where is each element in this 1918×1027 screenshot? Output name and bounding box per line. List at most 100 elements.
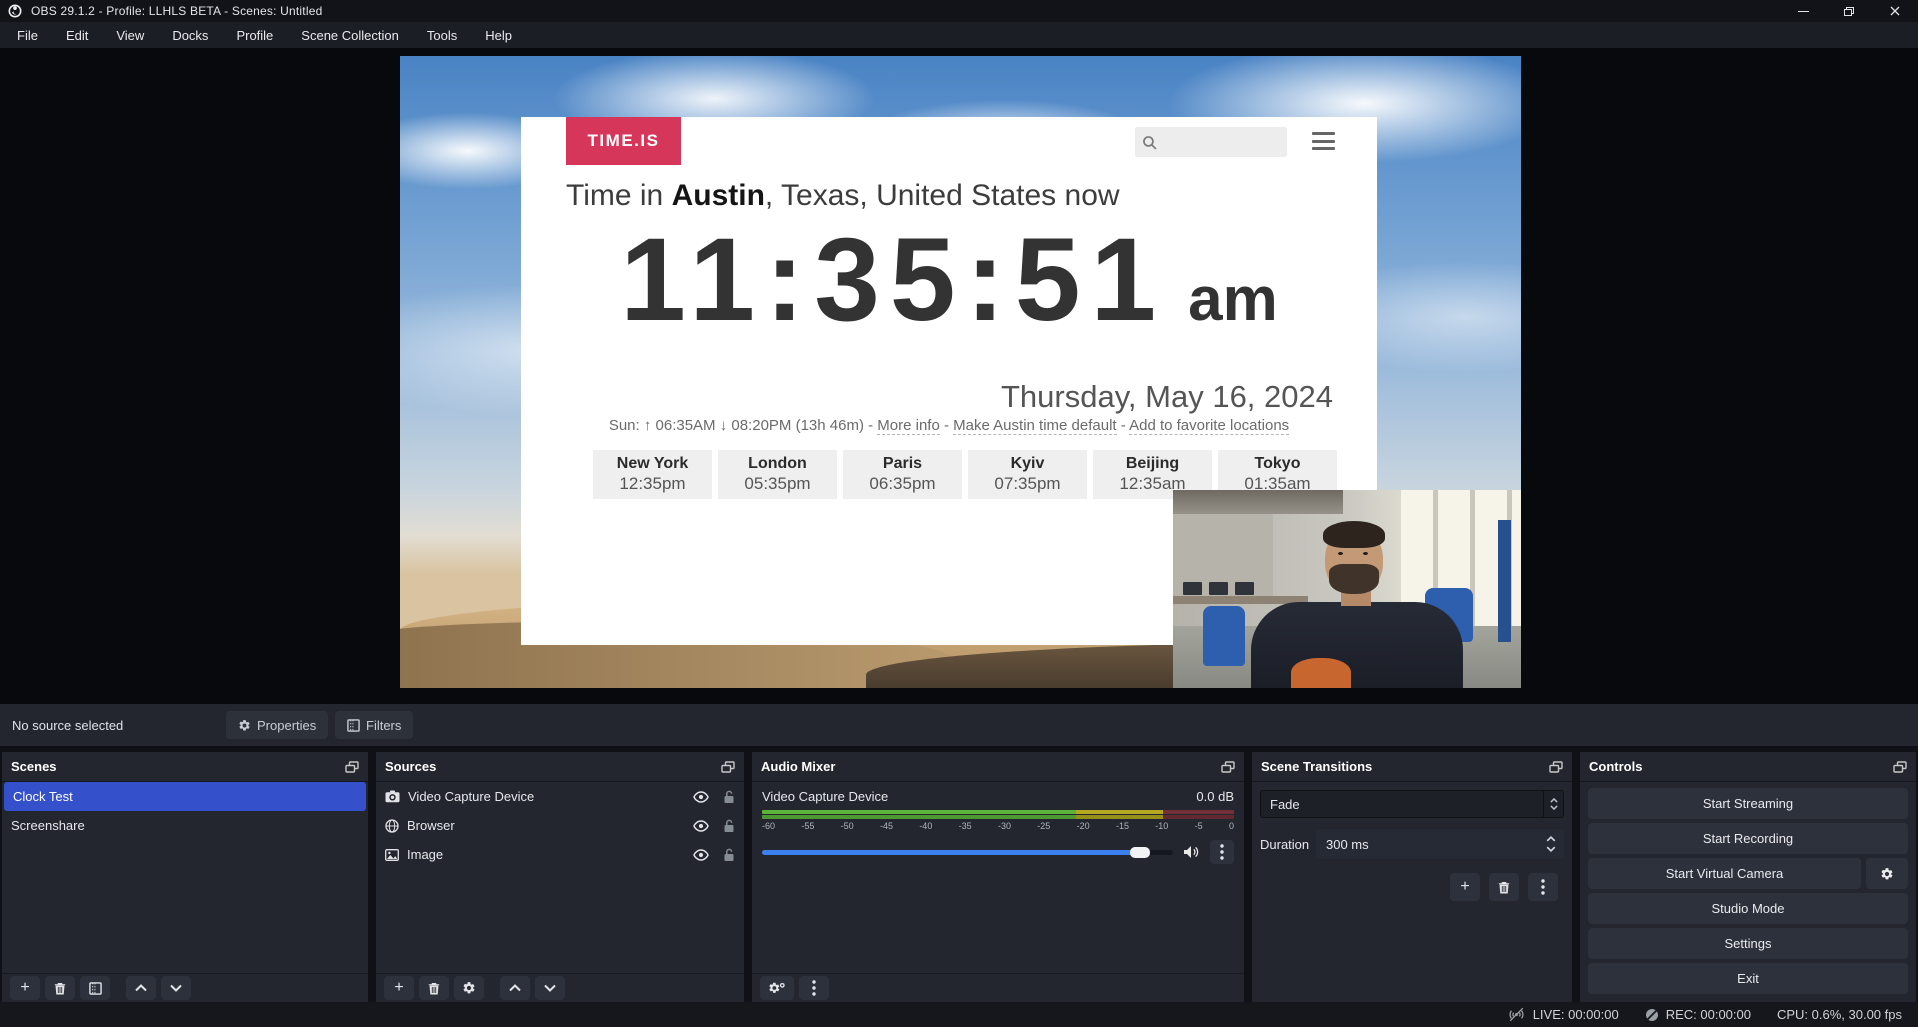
lock-icon[interactable]: [723, 819, 735, 833]
gear-icon: [462, 981, 476, 995]
scenes-header[interactable]: Scenes: [2, 752, 368, 782]
scene-item-screenshare[interactable]: Screenshare: [2, 811, 368, 840]
lock-icon[interactable]: [723, 848, 735, 862]
exit-button[interactable]: Exit: [1588, 963, 1908, 994]
scenes-title: Scenes: [11, 759, 57, 774]
webcam-orange-object: [1291, 658, 1351, 688]
sources-list: Video Capture Device Browser Image: [376, 782, 744, 972]
add-favorite-link: Add to favorite locations: [1129, 417, 1289, 435]
sun-info-line: Sun: ↑ 06:35AM ↓ 08:20PM (13h 46m) - Mor…: [521, 417, 1377, 434]
settings-button[interactable]: Settings: [1588, 928, 1908, 959]
menu-edit[interactable]: Edit: [52, 22, 102, 48]
volume-slider[interactable]: [762, 850, 1173, 855]
digital-clock: 11:35:51: [620, 221, 1166, 339]
scene-filters-button[interactable]: [80, 976, 110, 1000]
sources-panel: Sources Video Capture Device Browser Ima…: [376, 752, 744, 1002]
menu-profile[interactable]: Profile: [222, 22, 287, 48]
add-scene-button[interactable]: +: [10, 976, 40, 1000]
mixer-menu-button[interactable]: [799, 976, 829, 1000]
move-source-up-button[interactable]: [500, 976, 530, 1000]
live-time: LIVE: 00:00:00: [1533, 1007, 1619, 1022]
search-icon: [1142, 135, 1157, 150]
source-item-image[interactable]: Image: [376, 840, 744, 869]
mixer-db-value: 0.0 dB: [1196, 789, 1234, 804]
restore-button[interactable]: [1826, 0, 1872, 22]
source-properties-button[interactable]: [454, 976, 484, 1000]
mixer-channel-menu-button[interactable]: [1210, 840, 1234, 864]
controls-header[interactable]: Controls: [1580, 752, 1916, 782]
sources-header[interactable]: Sources: [376, 752, 744, 782]
popout-icon[interactable]: [345, 761, 359, 773]
scene-item-clock-test[interactable]: Clock Test: [4, 782, 366, 811]
menu-docks[interactable]: Docks: [158, 22, 222, 48]
audio-mixer-header[interactable]: Audio Mixer: [752, 752, 1244, 782]
obs-window: OBS 29.1.2 - Profile: LLHLS BETA - Scene…: [0, 0, 1918, 1027]
filters-label: Filters: [366, 718, 401, 733]
separator: -: [1117, 417, 1130, 434]
popout-icon[interactable]: [1893, 761, 1907, 773]
transition-select[interactable]: Fade: [1260, 790, 1564, 818]
menu-scene-collection[interactable]: Scene Collection: [287, 22, 413, 48]
popout-icon[interactable]: [1549, 761, 1563, 773]
obs-logo-icon: [8, 4, 22, 18]
add-source-button[interactable]: +: [384, 976, 414, 1000]
chevron-down-icon: [1546, 846, 1556, 852]
chevron-up-icon: [509, 984, 521, 992]
spin-arrows[interactable]: [1546, 829, 1556, 859]
virtual-camera-config-button[interactable]: [1866, 858, 1908, 889]
menu-file[interactable]: File: [3, 22, 52, 48]
source-item-video-capture[interactable]: Video Capture Device: [376, 782, 744, 811]
volume-slider-handle[interactable]: [1130, 847, 1150, 858]
gears-icon: [768, 981, 786, 995]
visibility-eye-icon[interactable]: [693, 820, 709, 832]
advanced-audio-button[interactable]: [760, 976, 794, 1000]
menu-tools[interactable]: Tools: [413, 22, 471, 48]
add-transition-button[interactable]: +: [1450, 873, 1480, 901]
more-info-link: More info: [877, 417, 940, 435]
gear-icon: [238, 719, 251, 732]
filter-icon: [89, 982, 102, 995]
speaker-icon[interactable]: [1183, 845, 1200, 859]
person-torso: [1251, 602, 1463, 688]
live-status: LIVE: 00:00:00: [1507, 1007, 1619, 1022]
move-scene-up-button[interactable]: [126, 976, 156, 1000]
volume-meter: [762, 810, 1234, 819]
menu-view[interactable]: View: [102, 22, 158, 48]
timeis-search-input: [1135, 127, 1287, 157]
filters-button[interactable]: Filters: [335, 711, 413, 739]
menu-help[interactable]: Help: [471, 22, 526, 48]
preview-area[interactable]: TIME.IS Time in Austin, Texas, United St…: [0, 48, 1918, 704]
record-off-icon: [1645, 1008, 1659, 1022]
popout-icon[interactable]: [1221, 761, 1235, 773]
visibility-eye-icon[interactable]: [693, 791, 709, 803]
rec-time: REC: 00:00:00: [1666, 1007, 1751, 1022]
remove-transition-button[interactable]: [1489, 873, 1519, 901]
duration-spinbox[interactable]: 300 ms: [1316, 829, 1564, 859]
controls-panel: Controls Start Streaming Start Recording…: [1580, 752, 1916, 1002]
start-recording-button[interactable]: Start Recording: [1588, 823, 1908, 854]
status-bar: LIVE: 00:00:00 REC: 00:00:00 CPU: 0.6%, …: [0, 1002, 1918, 1027]
title-bar: OBS 29.1.2 - Profile: LLHLS BETA - Scene…: [0, 0, 1918, 22]
close-button[interactable]: [1872, 0, 1918, 22]
scene-canvas[interactable]: TIME.IS Time in Austin, Texas, United St…: [400, 56, 1521, 688]
transition-menu-button[interactable]: [1528, 873, 1558, 901]
minimize-button[interactable]: [1780, 0, 1826, 22]
source-item-browser[interactable]: Browser: [376, 811, 744, 840]
properties-button[interactable]: Properties: [226, 711, 328, 739]
hamburger-menu-icon: [1312, 132, 1335, 150]
lock-icon[interactable]: [723, 790, 735, 804]
remove-scene-button[interactable]: [45, 976, 75, 1000]
popout-icon[interactable]: [721, 761, 735, 773]
transitions-header[interactable]: Scene Transitions: [1252, 752, 1572, 782]
move-source-down-button[interactable]: [535, 976, 565, 1000]
start-virtual-camera-button[interactable]: Start Virtual Camera: [1588, 858, 1861, 889]
studio-mode-button[interactable]: Studio Mode: [1588, 893, 1908, 924]
webcam-overlay: [1173, 490, 1521, 688]
move-scene-down-button[interactable]: [161, 976, 191, 1000]
visibility-eye-icon[interactable]: [693, 849, 709, 861]
clock-meridiem: am: [1188, 269, 1278, 331]
current-date: Thursday, May 16, 2024: [1001, 379, 1333, 415]
start-streaming-button[interactable]: Start Streaming: [1588, 788, 1908, 819]
timeis-logo: TIME.IS: [566, 117, 681, 165]
remove-source-button[interactable]: [419, 976, 449, 1000]
